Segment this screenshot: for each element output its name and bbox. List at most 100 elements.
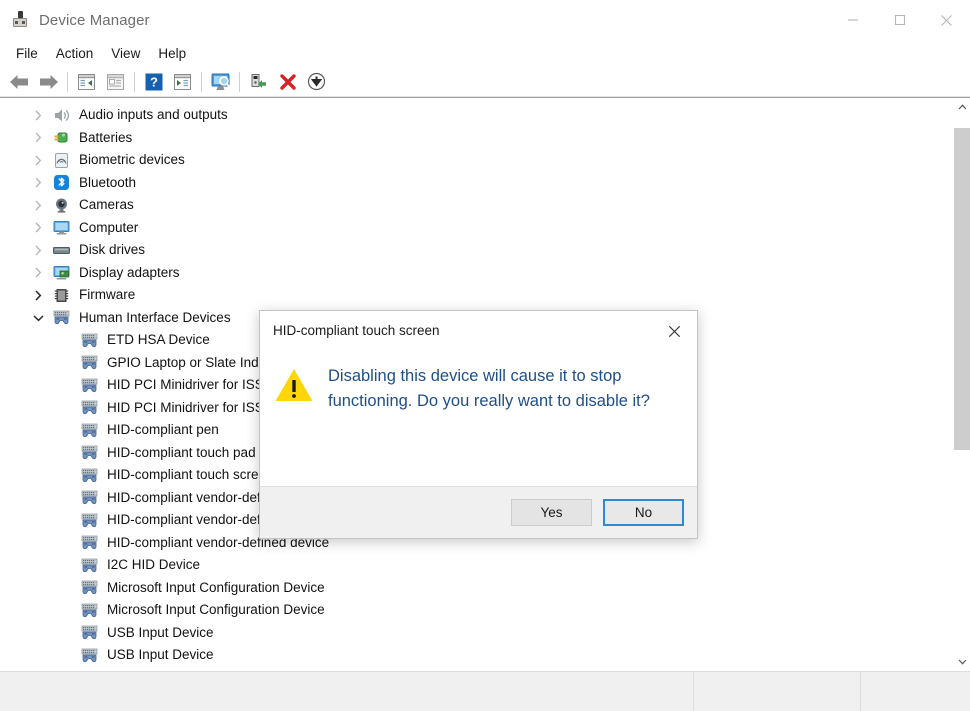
tree-node-label: Display adapters xyxy=(79,264,180,280)
hid-icon xyxy=(81,647,98,664)
hid-icon xyxy=(81,624,98,641)
tree-node-cameras[interactable]: Cameras xyxy=(0,194,952,217)
hid-icon xyxy=(53,309,70,326)
dialog-title-bar: HID-compliant touch screen xyxy=(260,311,697,351)
tree-node-disk-drives[interactable]: Disk drives xyxy=(0,239,952,262)
tree-node-label: HID PCI Minidriver for ISS xyxy=(107,377,264,393)
chevron-right-icon[interactable] xyxy=(30,155,46,166)
tree-node-label: Microsoft Input Configuration Device xyxy=(107,602,325,618)
chevron-right-icon[interactable] xyxy=(30,200,46,211)
scrollbar-thumb[interactable] xyxy=(954,128,970,450)
tree-node-label: Cameras xyxy=(79,197,134,213)
scan-for-hardware-changes-button[interactable] xyxy=(206,69,235,95)
chevron-down-icon[interactable] xyxy=(30,314,46,322)
chevron-right-icon[interactable] xyxy=(30,132,46,143)
tree-node-display-adapters[interactable]: Display adapters xyxy=(0,262,952,285)
chevron-right-icon[interactable] xyxy=(30,177,46,188)
chevron-right-icon[interactable] xyxy=(30,110,46,121)
back-button[interactable] xyxy=(5,69,34,95)
tree-node-usb-input-device-1[interactable]: USB Input Device xyxy=(0,622,952,645)
tree-node-label: USB Input Device xyxy=(107,647,214,663)
battery-icon xyxy=(53,129,70,146)
tree-node-bluetooth[interactable]: Bluetooth xyxy=(0,172,952,195)
menu-item-view[interactable]: View xyxy=(102,43,149,65)
hid-icon xyxy=(81,354,98,371)
dialog-close-button[interactable] xyxy=(651,311,697,351)
window-title: Device Manager xyxy=(39,11,150,29)
tree-node-batteries[interactable]: Batteries xyxy=(0,127,952,150)
svg-text:?: ? xyxy=(150,74,158,89)
fingerprint-icon xyxy=(53,152,70,169)
menu-item-action[interactable]: Action xyxy=(47,43,103,65)
scroll-up-button[interactable] xyxy=(953,98,970,116)
close-button[interactable] xyxy=(923,0,970,40)
status-pane-tertiary xyxy=(861,672,970,711)
menu-item-file[interactable]: File xyxy=(7,43,47,65)
tree-node-label: I2C HID Device xyxy=(107,557,201,573)
tree-node-label: Firmware xyxy=(79,287,136,303)
tree-node-label: HID-compliant pen xyxy=(107,422,219,438)
tree-node-biometric-devices[interactable]: Biometric devices xyxy=(0,149,952,172)
dialog-title: HID-compliant touch screen xyxy=(273,323,440,338)
device-manager-icon xyxy=(10,10,30,30)
camera-icon xyxy=(53,197,70,214)
forward-button[interactable] xyxy=(34,69,63,95)
yes-button[interactable]: Yes xyxy=(511,499,592,526)
properties-button[interactable] xyxy=(101,69,130,95)
show-hide-action-pane-button[interactable] xyxy=(168,69,197,95)
tree-node-microsoft-input-configuration-device-1[interactable]: Microsoft Input Configuration Device xyxy=(0,577,952,600)
tree-node-computer[interactable]: Computer xyxy=(0,217,952,240)
disk-drive-icon xyxy=(53,242,70,259)
bluetooth-icon xyxy=(53,174,70,191)
hid-icon xyxy=(81,579,98,596)
device-manager-window: Device Manager File Action View Help ? A… xyxy=(0,0,970,711)
tree-node-label: Keyboards xyxy=(79,669,144,671)
maximize-button[interactable] xyxy=(876,0,923,40)
dialog-body: Disabling this device will cause it to s… xyxy=(260,351,697,486)
no-button[interactable]: No xyxy=(603,499,684,526)
scroll-down-button[interactable] xyxy=(953,653,970,671)
tree-node-label: HID PCI Minidriver for ISS xyxy=(107,399,264,415)
tree-node-label: Batteries xyxy=(79,129,133,145)
tree-node-label: Bluetooth xyxy=(79,174,137,190)
chevron-right-icon[interactable] xyxy=(30,245,46,256)
chevron-right-icon[interactable] xyxy=(30,267,46,278)
minimize-button[interactable] xyxy=(829,0,876,40)
hid-icon xyxy=(81,467,98,484)
title-bar: Device Manager xyxy=(0,0,970,40)
firmware-icon xyxy=(53,287,70,304)
menu-item-help[interactable]: Help xyxy=(149,43,195,65)
toolbar-separator-4 xyxy=(239,71,240,92)
tree-node-label: Human Interface Devices xyxy=(79,309,231,325)
hid-icon xyxy=(81,557,98,574)
chevron-right-icon[interactable] xyxy=(30,290,46,301)
tree-node-usb-input-device-2[interactable]: USB Input Device xyxy=(0,644,952,667)
display-adapter-icon xyxy=(53,264,70,281)
tree-node-label: ETD HSA Device xyxy=(107,332,210,348)
update-driver-button[interactable] xyxy=(244,69,273,95)
tree-node-label: Disk drives xyxy=(79,242,146,258)
hid-icon xyxy=(81,534,98,551)
tree-node-microsoft-input-configuration-device-2[interactable]: Microsoft Input Configuration Device xyxy=(0,599,952,622)
tree-node-keyboards[interactable]: Keyboards xyxy=(0,667,952,671)
hid-icon xyxy=(81,377,98,394)
status-pane-message xyxy=(0,672,694,711)
show-hide-console-tree-button[interactable] xyxy=(72,69,101,95)
tree-node-label: Audio inputs and outputs xyxy=(79,107,228,123)
tree-node-audio-inputs-and-outputs[interactable]: Audio inputs and outputs xyxy=(0,104,952,127)
disable-device-button[interactable] xyxy=(302,69,331,95)
warning-triangle-icon xyxy=(274,367,314,403)
chevron-right-icon[interactable] xyxy=(30,222,46,233)
keyboard-icon xyxy=(53,669,70,671)
tree-node-i2c-hid-device[interactable]: I2C HID Device xyxy=(0,554,952,577)
toolbar-separator-2 xyxy=(134,71,135,92)
content-area: Audio inputs and outputs Batteries Biome… xyxy=(0,97,970,671)
tree-node-firmware[interactable]: Firmware xyxy=(0,284,952,307)
help-button[interactable]: ? xyxy=(139,69,168,95)
uninstall-device-button[interactable] xyxy=(273,69,302,95)
hid-icon xyxy=(81,422,98,439)
speaker-icon xyxy=(53,107,70,124)
dialog-button-bar: Yes No xyxy=(260,486,697,538)
vertical-scrollbar[interactable] xyxy=(952,98,970,671)
status-bar xyxy=(0,671,970,711)
